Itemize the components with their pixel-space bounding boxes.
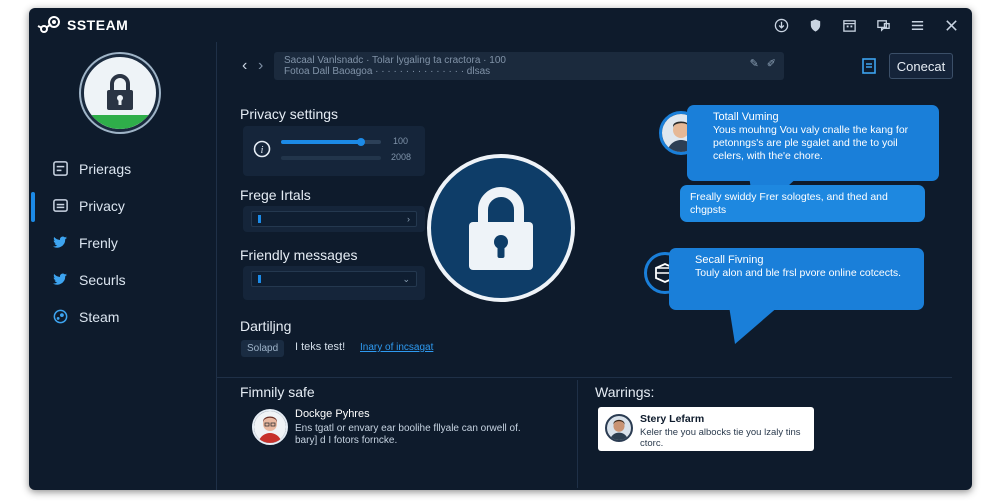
inline-text: I teks test! <box>295 341 346 353</box>
warning-avatar <box>605 414 633 442</box>
app-window: SSTEAM Prierags Privacy Frenly Securls S… <box>29 8 972 490</box>
window-controls <box>772 16 960 34</box>
sidebar-item-securls[interactable]: Securls <box>29 261 217 298</box>
slider-fill <box>281 140 361 144</box>
bottom-divider <box>217 377 952 378</box>
dropdown-marker <box>258 215 261 223</box>
chevron-down-icon: ⌄ <box>402 274 410 284</box>
slider-knob[interactable] <box>357 138 365 146</box>
sidebar-item-prierags[interactable]: Prierags <box>29 150 217 187</box>
pin-icon[interactable]: ✐ <box>767 59 776 70</box>
family-person-avatar[interactable] <box>252 409 288 445</box>
search-input[interactable]: Sacaal Vanlsnadc · Tolar lygaling ta cra… <box>274 52 784 80</box>
free-trials-panel: › <box>243 206 425 232</box>
privacy-slider-panel: i 100 2008 <box>243 126 425 176</box>
sidebar-item-label: Securls <box>79 271 126 288</box>
privacy-slider[interactable] <box>281 138 381 146</box>
steam-icon <box>51 308 69 326</box>
warnings-title: Warrings: <box>595 384 655 400</box>
free-trials-title: Frege Irtals <box>240 187 311 203</box>
bird-icon <box>51 271 69 289</box>
search-line-2: Fotoa Dall Baoagoa · · · · · · · · · · ·… <box>284 66 491 77</box>
free-trials-dropdown[interactable]: › <box>251 211 417 227</box>
connect-button[interactable]: Conecat <box>889 53 953 79</box>
friendly-messages-panel: ⌄ <box>243 266 425 300</box>
sidebar-item-steam[interactable]: Steam <box>29 298 217 335</box>
bird-icon <box>51 234 69 252</box>
menu-icon[interactable] <box>908 16 926 34</box>
download-icon[interactable] <box>772 16 790 34</box>
dropdown-marker <box>258 275 261 283</box>
sidebar-item-frenly[interactable]: Frenly <box>29 224 217 261</box>
svg-text:i: i <box>261 145 264 156</box>
sidebar-item-label: Prierags <box>79 160 132 177</box>
pen-icon[interactable]: ✎ <box>750 59 759 70</box>
search-actions: ✎ ✐ <box>750 59 776 70</box>
profile-lock-avatar[interactable] <box>81 54 159 132</box>
app-title: SSTEAM <box>67 17 129 33</box>
family-person-text: Ens tgatl or envary ear boolihe fllyale … <box>295 423 521 446</box>
warning-text: Keler the you albocks tie you lzaly tins… <box>640 427 801 449</box>
title-bar: SSTEAM <box>29 8 972 42</box>
privacy-settings-title: Privacy settings <box>240 106 339 122</box>
forward-arrow-icon[interactable]: › <box>258 58 272 74</box>
person-avatar-icon <box>254 411 286 443</box>
shield-icon[interactable] <box>806 16 824 34</box>
bubble-tail-2 <box>729 306 779 344</box>
bubble-text: Touly alon and ble frsl pvore online cot… <box>695 267 902 279</box>
calendar-icon[interactable] <box>840 16 858 34</box>
top-navbar: ‹ › Sacaal Vanlsnadc · Tolar lygaling ta… <box>234 52 954 82</box>
chevron-right-icon: › <box>407 214 410 224</box>
family-person-name: Dockge Pyhres <box>295 408 370 420</box>
sidebar-item-label: Frenly <box>79 234 118 251</box>
padlock-icon <box>469 187 533 270</box>
warning-person-name: Stery Lefarm <box>640 413 705 425</box>
person-avatar-icon <box>607 416 631 440</box>
bubble-title: Secall Fivning <box>695 254 764 266</box>
chat-bubble-warning: Totall Vuming Yous mouhng Vou valy cnall… <box>687 105 939 181</box>
sidebar-item-label: Steam <box>79 308 120 325</box>
inline-link[interactable]: Inary of incsagat <box>360 342 433 353</box>
close-icon[interactable] <box>942 16 960 34</box>
slider-value-2: 2008 <box>391 152 412 162</box>
dartjing-title: Dartiljng <box>240 318 292 334</box>
sidebar: Prierags Privacy Frenly Securls Steam <box>29 42 217 490</box>
warning-card[interactable]: Stery Lefarm Keler the you albocks tie y… <box>598 407 814 451</box>
friendly-messages-dropdown[interactable]: ⌄ <box>251 271 417 287</box>
document-icon[interactable] <box>861 57 877 75</box>
chat-bubble-reply: Freally swiddy Frer sologtes, and thed a… <box>680 185 925 222</box>
solapd-chip[interactable]: Solapd <box>241 340 285 357</box>
slider-value-1: 100 <box>393 136 409 146</box>
family-safe-title: Fimnily safe <box>240 384 315 400</box>
privacy-icon <box>51 197 69 215</box>
secondary-slider[interactable] <box>281 156 381 160</box>
bubble-text: Yous mouhng Vou valy cnalle the kang for… <box>713 124 909 162</box>
info-icon: i <box>253 140 271 158</box>
sidebar-item-label: Privacy <box>79 197 125 214</box>
bubble-title: Totall Vuming <box>713 111 779 123</box>
big-lock-circle <box>427 154 575 302</box>
sidebar-item-privacy[interactable]: Privacy <box>29 187 217 224</box>
friendly-messages-title: Friendly messages <box>240 247 358 263</box>
app-logo: SSTEAM <box>37 15 128 35</box>
steam-logo-icon <box>37 16 60 33</box>
back-arrow-icon[interactable]: ‹ <box>242 58 256 74</box>
chat-bubble-secall: Secall Fivning Touly alon and ble frsl p… <box>669 248 924 310</box>
bottom-vertical-divider <box>577 380 578 488</box>
lock-icon <box>107 74 133 110</box>
chat-icon[interactable] <box>874 16 892 34</box>
sidebar-nav: Prierags Privacy Frenly Securls Steam <box>29 150 217 335</box>
settings-icon <box>51 160 69 178</box>
avatar-green-band <box>84 115 156 129</box>
search-line-1: Sacaal Vanlsnadc · Tolar lygaling ta cra… <box>284 55 506 66</box>
